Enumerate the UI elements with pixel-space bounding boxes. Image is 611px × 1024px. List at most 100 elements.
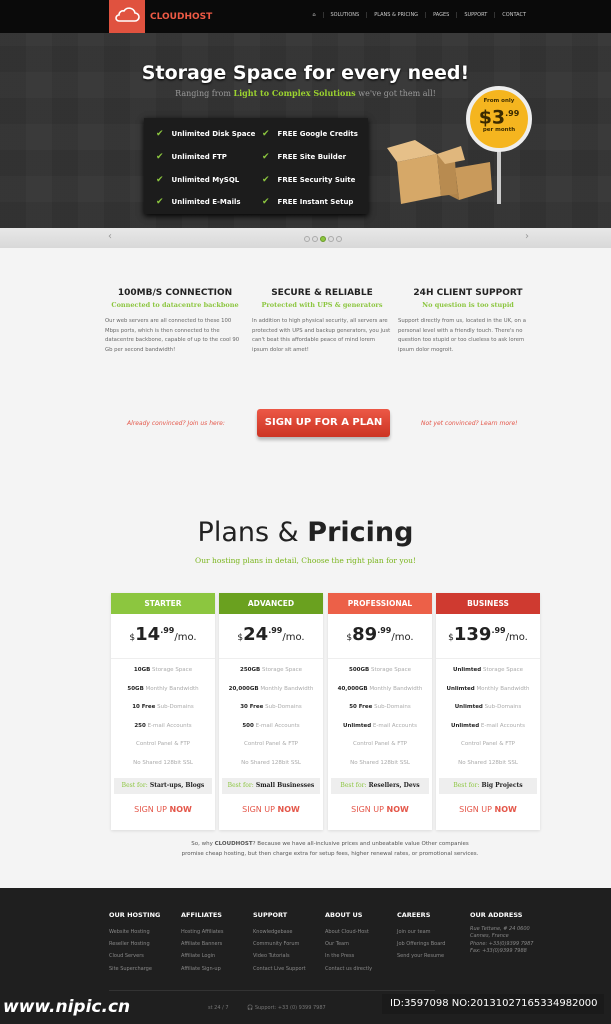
footer-link[interactable]: Hosting Affiliates (181, 926, 251, 938)
best-for: Best for: Start-ups, Blogs (114, 778, 212, 794)
footer-link[interactable]: Join our team (397, 926, 467, 938)
plans-subtitle: Our hosting plans in detail, Choose the … (195, 556, 416, 565)
feature-subtitle: Protected with UPS & generators (261, 301, 383, 309)
check-icon: ✔ (156, 197, 164, 208)
plan-feature-row: 10GB Storage Space (133, 667, 193, 673)
feature-item: ✔ FREE Security Suite (262, 174, 356, 185)
footer-link[interactable]: Our Team (325, 938, 395, 950)
plan-feature-row: 30 Free Sub-Domains (240, 704, 302, 710)
plans-title: Plans & Pricing (197, 517, 414, 548)
sign-up-now-button[interactable]: SIGN UP NOW (436, 805, 540, 814)
footer-livechat[interactable]: st 24 / 7 (208, 1005, 229, 1011)
footer-link[interactable]: In the Press (325, 950, 395, 962)
next-arrow-icon[interactable]: › (525, 231, 529, 242)
sign-up-plan-button[interactable]: SIGN UP FOR A PLAN (257, 409, 390, 437)
feature-text: In addition to high physical security, a… (252, 318, 391, 353)
main-nav: ⌂ SOLUTIONS PLANS & PRICING PAGES SUPPOR… (305, 12, 533, 18)
footer-heading: OUR ADDRESS (470, 911, 523, 919)
footer-link[interactable]: Website Hosting (109, 926, 179, 938)
cloud-icon (115, 7, 140, 22)
slider-dot[interactable] (312, 236, 318, 242)
slider-dot[interactable] (336, 236, 342, 242)
footer-link[interactable]: Job Offerings Board (397, 938, 467, 950)
learn-more-link[interactable]: Not yet convinced? Learn more! (421, 420, 518, 427)
plan-feature-row: 50 Free Sub-Domains (349, 704, 411, 710)
feature-item: ✔ FREE Google Credits (262, 129, 358, 139)
feature-item: ✔ Unlimited Disk Space (156, 129, 256, 139)
feature-title: 24H CLIENT SUPPORT (413, 288, 523, 298)
address-line: Fax: +33(0)9399 7988 (470, 948, 527, 955)
price-badge: From only $3.99 per month (466, 86, 532, 152)
footer-link[interactable]: Reseller Hosting (109, 938, 179, 950)
nav-contact[interactable]: CONTACT (494, 12, 533, 18)
watermark-id: ID:3597098 NO:20131027165334982000 (382, 994, 604, 1014)
footer-link[interactable]: Contact us directly (325, 963, 395, 975)
footer-link[interactable]: Video Tutorials (253, 950, 323, 962)
plan-name: STARTER (111, 593, 215, 614)
check-icon: ✔ (262, 197, 270, 208)
check-icon: ✔ (262, 129, 270, 139)
footer-divider (109, 990, 435, 991)
nav-support[interactable]: SUPPORT (456, 12, 494, 18)
footer-link[interactable]: Affiliate Login (181, 950, 251, 962)
pricing-card-business: BUSINESS $139.99/mo. Unlimted Storage Spa… (436, 593, 540, 830)
feature-text: Our web servers are all connected to the… (105, 318, 240, 353)
plan-feature-row: 250 E-mail Accounts (134, 722, 192, 729)
watermark-site: www.nipic.cn (3, 997, 131, 1017)
badge-price: $3.99 (478, 106, 520, 129)
plan-price: $89.99/mo. (328, 614, 432, 659)
footer-support-phone: 🎧 Support: +33 (0) 9399 7987 (247, 1005, 326, 1011)
footer-link[interactable]: Send your Resume (397, 950, 467, 962)
footer-link[interactable]: Site Supercharge (109, 963, 179, 975)
check-icon: ✔ (156, 174, 164, 185)
plan-name: ADVANCED (219, 593, 323, 614)
footer-column: CAREERS Join our team Job Offerings Board S… (397, 911, 467, 963)
check-icon: ✔ (262, 151, 270, 162)
home-icon[interactable]: ⌂ (305, 12, 322, 18)
footer-link[interactable]: Affiliate Sign-up (181, 963, 251, 975)
footer-link[interactable]: Cloud Servers (109, 950, 179, 962)
footer-heading: CAREERS (397, 911, 431, 919)
prev-arrow-icon[interactable]: ‹ (108, 231, 112, 242)
plan-feature-row: 500GB Storage Space (349, 667, 411, 673)
slider-dot[interactable] (304, 236, 310, 242)
plan-feature-row: No Shared 128bit SSL (458, 759, 518, 766)
plan-feature-row: Unlimted E-mail Accounts (450, 722, 525, 729)
plan-feature-row: Control Panel & FTP (136, 741, 190, 747)
footer-link[interactable]: Contact Live Support (253, 963, 323, 975)
best-for: Best for: Small Businesses (222, 778, 320, 794)
join-link[interactable]: Already convinced? Join us here: (127, 420, 225, 427)
footer-heading: AFFILIATES (181, 911, 222, 919)
sign-up-now-button[interactable]: SIGN UP NOW (111, 805, 215, 814)
plan-feature-row: Unlimted E-mail Accounts (342, 722, 417, 729)
footer-link[interactable]: Community Forum (253, 938, 323, 950)
footer-heading: SUPPORT (253, 911, 288, 919)
best-for: Best for: Resellers, Devs (331, 778, 429, 794)
nav-solutions[interactable]: SOLUTIONS (322, 12, 367, 18)
sign-pole (497, 150, 501, 204)
plan-feature-row: Control Panel & FTP (461, 741, 515, 747)
plan-feature-row: 50GB Monthly Bandwidth (127, 685, 199, 692)
footer-column: SUPPORT Knowledgebase Community Forum Video… (253, 911, 323, 975)
plan-price: $14.99/mo. (111, 614, 215, 659)
why-text: So, why CLOUDHOST? Because we have all-i… (181, 841, 479, 857)
feature-item: ✔ Unlimited FTP (156, 151, 227, 162)
sign-up-now-button[interactable]: SIGN UP NOW (328, 805, 432, 814)
footer-link[interactable]: Affiliate Banners (181, 938, 251, 950)
pricing-card-professional: PROFESSIONAL $89.99/mo. 500GB Storage Spa… (328, 593, 432, 830)
headset-icon: 🎧 (247, 1005, 255, 1011)
footer-link[interactable]: Knowledgebase (253, 926, 323, 938)
slider-dot[interactable] (328, 236, 334, 242)
nav-plans-pricing[interactable]: PLANS & PRICING (366, 12, 425, 18)
brand-name[interactable]: CLOUDHOST (150, 12, 212, 22)
feature-subtitle: Connected to datacentre backbone (111, 301, 239, 309)
feature-item: ✔ Unlimited MySQL (156, 174, 240, 185)
nav-pages[interactable]: PAGES (425, 12, 456, 18)
slider-dot[interactable] (320, 236, 326, 242)
sign-up-now-button[interactable]: SIGN UP NOW (219, 805, 323, 814)
feature-item: ✔ FREE Site Builder (262, 151, 347, 162)
footer-column: ABOUT US About Cloud-Host Our Team In the P… (325, 911, 395, 975)
feature-column: 24H CLIENT SUPPORT No question is too stu… (398, 288, 538, 355)
footer-link[interactable]: About Cloud-Host (325, 926, 395, 938)
plan-feature-row: Unlimted Storage Space (453, 667, 523, 673)
